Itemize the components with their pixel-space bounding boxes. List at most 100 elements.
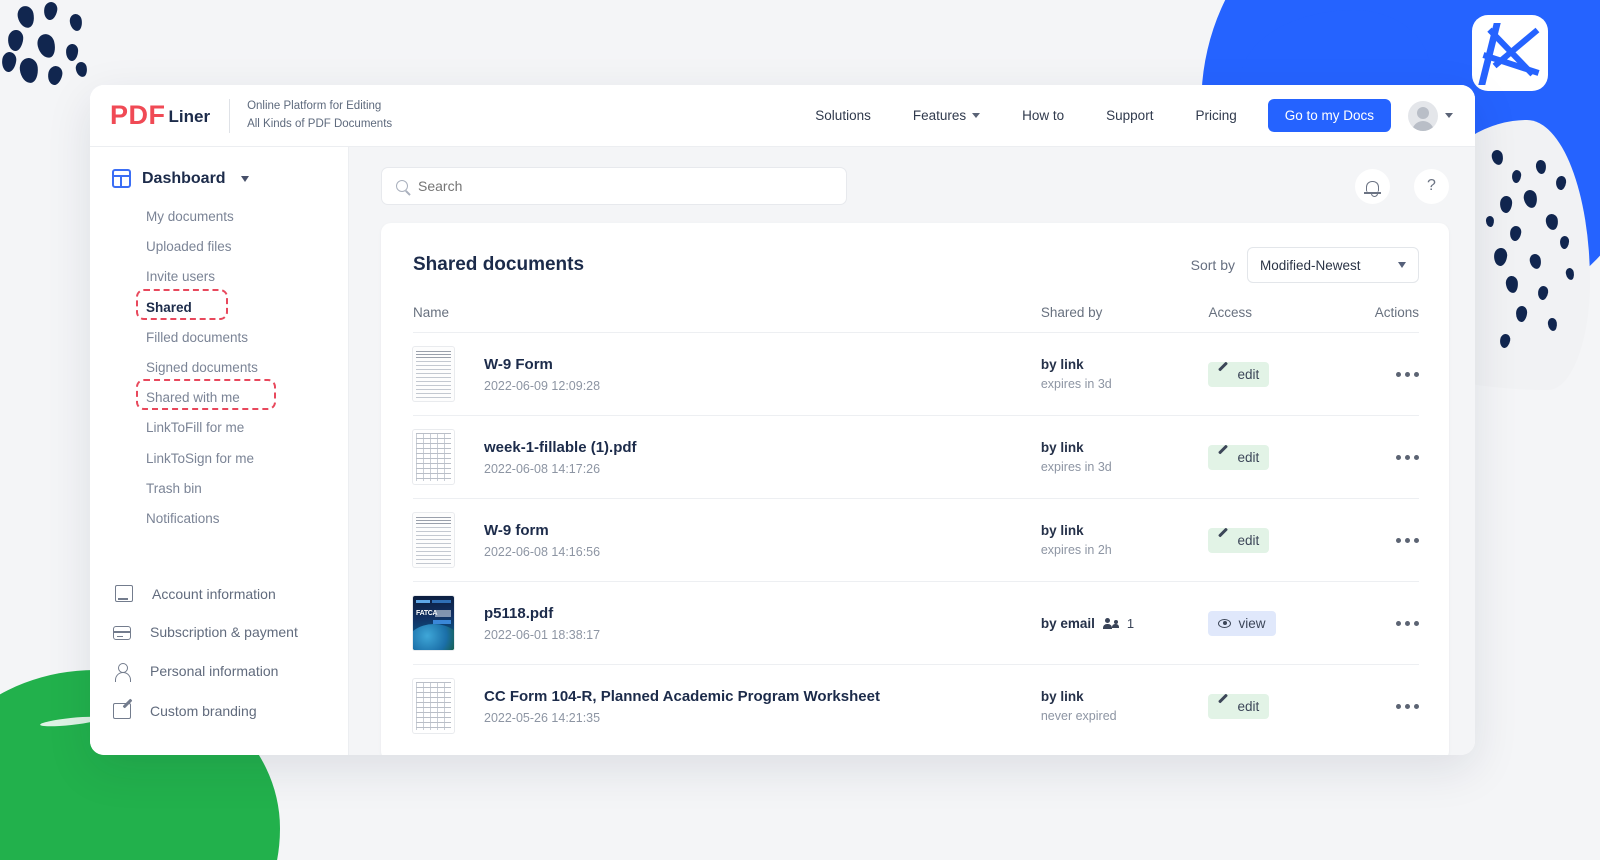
decor-dot [1493, 247, 1508, 267]
notifications-button[interactable] [1355, 168, 1390, 204]
site-header: PDF Liner Online Platform for Editing Al… [90, 85, 1475, 147]
decor-dot [42, 1, 59, 21]
chevron-down-icon [240, 175, 249, 182]
document-name[interactable]: week-1-fillable (1).pdf [484, 439, 637, 457]
access-badge-edit[interactable]: edit [1208, 444, 1270, 470]
access-badge-edit[interactable]: edit [1208, 693, 1270, 719]
sort-select-value: Modified-Newest [1260, 257, 1361, 273]
sidebar-item-label: Subscription & payment [150, 624, 298, 641]
sidebar-item-label: Notifications [146, 510, 220, 526]
sidebar-item-shared[interactable]: Shared [90, 288, 348, 323]
cell-name: FATCA p5118.pdf 2022-06-01 18:38:17 [413, 581, 1041, 665]
sidebar-item-linktosign-for-me[interactable]: LinkToSign for me [90, 444, 348, 474]
table-row[interactable]: CC Form 104-R, Planned Academic Program … [413, 665, 1419, 748]
nav-item-solutions[interactable]: Solutions [794, 108, 892, 123]
sidebar-item-account-information[interactable]: Account information [90, 574, 348, 613]
document-thumbnail[interactable]: FATCA [413, 596, 454, 650]
document-date: 2022-06-01 18:38:17 [484, 627, 601, 642]
table-row[interactable]: week-1-fillable (1).pdf 2022-06-08 14:17:… [413, 415, 1419, 499]
row-actions-menu-icon[interactable] [1325, 371, 1419, 377]
nav-item-pricing[interactable]: Pricing [1174, 108, 1257, 123]
sidebar-item-label: Uploaded files [146, 239, 232, 255]
sidebar-item-linktofill-for-me[interactable]: LinkToFill for me [90, 413, 348, 443]
shared-by-value: by link [1041, 689, 1209, 704]
search-box[interactable] [381, 167, 847, 205]
document-name[interactable]: W-9 Form [484, 356, 600, 374]
decor-dot [74, 61, 89, 78]
sidebar-item-uploaded-files[interactable]: Uploaded files [90, 232, 348, 262]
decor-dot [1535, 159, 1547, 175]
document-thumbnail[interactable] [413, 430, 454, 484]
table-row[interactable]: FATCA p5118.pdf 2022-06-01 18:38:17 by emai… [413, 581, 1419, 665]
decor-dot [1544, 213, 1560, 231]
table-row[interactable]: W-9 form 2022-06-08 14:16:56 by link expire… [413, 498, 1419, 582]
cell-name: W-9 form 2022-06-08 14:16:56 [413, 498, 1041, 582]
document-thumbnail[interactable] [413, 347, 454, 401]
documents-table: Name Shared by Access Actions W-9 Form 20… [413, 305, 1419, 747]
person-icon [113, 662, 131, 683]
access-badge-edit[interactable]: edit [1208, 361, 1270, 387]
search-input[interactable] [418, 178, 832, 194]
layout-grid-icon [112, 169, 131, 188]
sidebar-item-invite-users[interactable]: Invite users [90, 262, 348, 292]
people-icon [1102, 617, 1119, 629]
sidebar-item-personal-information[interactable]: Personal information [90, 651, 348, 691]
nav-label: Solutions [815, 108, 871, 123]
recipient-count: 1 [1126, 615, 1135, 631]
sidebar-item-trash-bin[interactable]: Trash bin [90, 474, 348, 504]
row-actions-menu-icon[interactable] [1325, 454, 1419, 460]
sidebar-item-custom-branding[interactable]: Custom branding [90, 691, 348, 730]
access-badge-view[interactable]: view [1208, 610, 1276, 636]
nav-label: Support [1106, 108, 1154, 123]
cell-shared-by: by link never expired [1041, 665, 1209, 748]
row-actions-menu-icon[interactable] [1325, 537, 1419, 543]
table-row[interactable]: W-9 Form 2022-06-09 12:09:28 by link expire… [413, 332, 1419, 416]
decor-dot [1559, 235, 1570, 250]
nav-label: Pricing [1195, 108, 1237, 123]
sidebar-dashboard-toggle[interactable]: Dashboard [90, 169, 348, 188]
sort-by-label: Sort by [1190, 257, 1235, 273]
document-date: 2022-06-08 14:17:26 [484, 461, 601, 476]
pencil-icon [1218, 368, 1230, 380]
document-name[interactable]: W-9 form [484, 522, 600, 540]
column-header-access[interactable]: Access [1208, 305, 1326, 333]
sidebar-item-notifications[interactable]: Notifications [90, 504, 348, 534]
document-thumbnail[interactable] [413, 679, 454, 733]
sidebar-item-filled-documents[interactable]: Filled documents [90, 323, 348, 353]
sidebar-item-label: LinkToSign for me [146, 450, 255, 466]
nav-item-how-to[interactable]: How to [1001, 108, 1085, 123]
header-divider [229, 98, 231, 133]
cell-name: W-9 Form 2022-06-09 12:09:28 [413, 332, 1041, 416]
cell-name: CC Form 104-R, Planned Academic Program … [413, 665, 1041, 748]
chevron-down-icon [1445, 113, 1453, 118]
table-header-row: Name Shared by Access Actions [413, 305, 1419, 333]
sidebar-item-subscription-payment[interactable]: Subscription & payment [90, 613, 348, 651]
go-to-my-docs-button[interactable]: Go to my Docs [1267, 99, 1391, 132]
sidebar-item-my-documents[interactable]: My documents [90, 202, 348, 232]
sidebar-item-shared-with-me[interactable]: Shared with me [90, 379, 348, 413]
account-menu[interactable] [1408, 100, 1453, 131]
decor-dot [35, 32, 58, 60]
row-actions-menu-icon[interactable] [1325, 703, 1419, 709]
sort-select[interactable]: Modified-Newest [1247, 247, 1419, 283]
shared-by-value: by link [1041, 523, 1209, 538]
document-name[interactable]: p5118.pdf [484, 605, 600, 623]
sidebar-item-signed-documents[interactable]: Signed documents [90, 353, 348, 383]
brand-logo[interactable]: PDF Liner [110, 102, 210, 129]
decor-dot [1505, 275, 1519, 294]
access-badge-edit[interactable]: edit [1208, 527, 1270, 553]
document-name[interactable]: CC Form 104-R, Planned Academic Program … [484, 688, 880, 706]
document-thumbnail[interactable] [413, 513, 454, 567]
edit-square-icon [113, 703, 131, 720]
decor-dot [1485, 215, 1495, 228]
help-button[interactable]: ? [1414, 168, 1449, 204]
column-header-shared-by[interactable]: Shared by [1040, 305, 1209, 333]
main-navigation: Solutions Features How to Support Pricin… [794, 99, 1453, 132]
row-actions-menu-icon[interactable] [1325, 620, 1419, 626]
column-header-name[interactable]: Name [413, 305, 1041, 333]
document-date: 2022-06-09 12:09:28 [484, 378, 601, 393]
nav-item-features[interactable]: Features [892, 108, 1001, 123]
cell-shared-by: by email 1 [1040, 581, 1209, 665]
sidebar-item-label: Filled documents [146, 329, 249, 345]
nav-item-support[interactable]: Support [1085, 108, 1174, 123]
